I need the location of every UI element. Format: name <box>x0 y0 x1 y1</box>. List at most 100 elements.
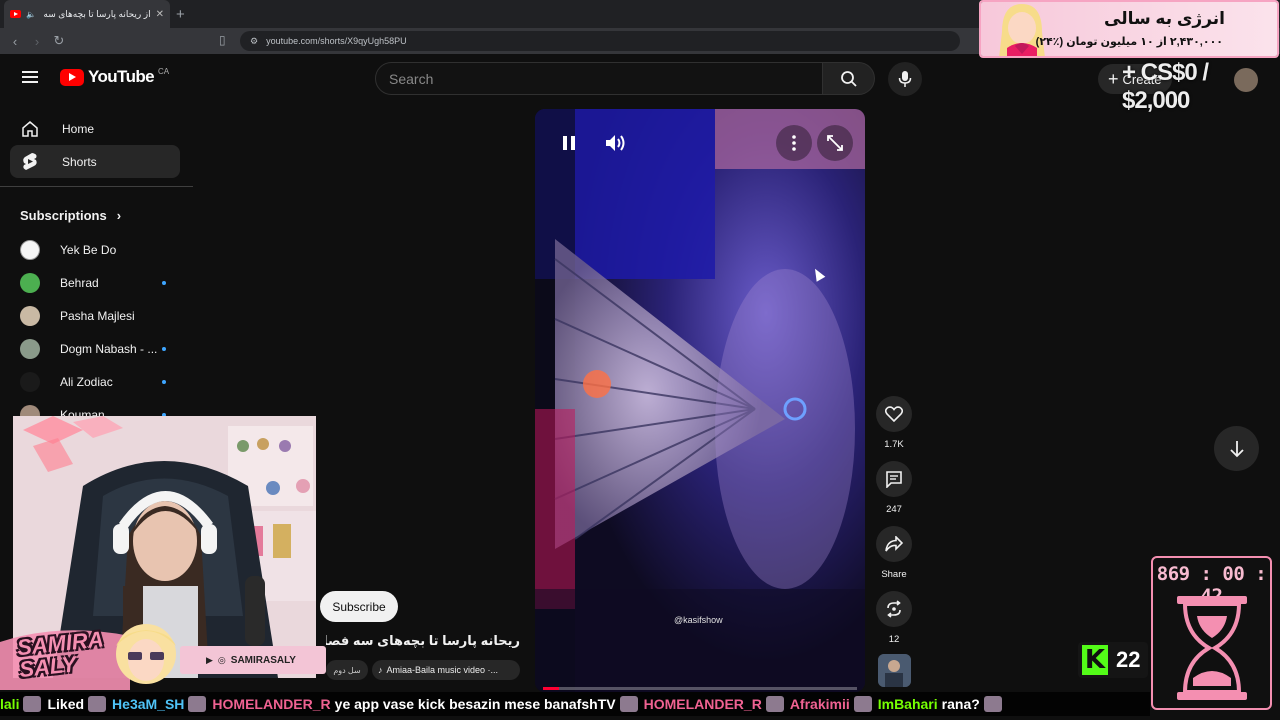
chat-username: Afrakimii <box>789 696 850 712</box>
youtube-icon: ▶ <box>206 654 213 665</box>
search-input[interactable]: Search <box>375 62 823 95</box>
chat-text: ye app vase kick besazin mese banafshTV <box>334 696 616 712</box>
more-vertical-icon <box>792 135 796 151</box>
subscription-item[interactable]: Pasha Majlesi <box>20 305 170 327</box>
sidebar-divider <box>0 186 193 187</box>
search-button[interactable] <box>823 62 875 95</box>
subscription-item[interactable]: Ali Zodiac <box>20 371 170 393</box>
chat-text: rana? <box>941 696 980 712</box>
arrow-down-icon <box>1229 440 1244 457</box>
youtube-play-icon <box>60 68 84 86</box>
shorts-player[interactable]: @kasifshow <box>535 109 865 692</box>
plus-icon: + <box>1108 68 1119 89</box>
channel-avatar <box>20 372 40 392</box>
streamer-avatar-icon <box>999 4 1045 56</box>
short-title[interactable]: ریحانه پارسا تا بچه‌های سه فصل ... <box>326 633 520 649</box>
address-bar[interactable]: ⚙ youtube.com/shorts/X9qyUgh58PU <box>240 31 960 51</box>
chat-badge-icon <box>983 696 1002 712</box>
share-button[interactable] <box>876 526 912 562</box>
like-button[interactable] <box>876 396 912 432</box>
chat-message: HOMELANDER_R ye app vase kick besazin mes… <box>212 696 638 712</box>
subscription-item[interactable]: Yek Be Do <box>20 239 170 261</box>
heart-icon <box>885 406 903 422</box>
remix-action[interactable]: 12 <box>876 591 912 645</box>
video-frame <box>535 109 865 692</box>
new-content-dot <box>162 347 166 351</box>
close-tab-icon[interactable]: ✕ <box>156 9 164 20</box>
site-info-icon[interactable]: ⚙ <box>250 36 258 47</box>
video-progress-bar[interactable] <box>543 687 857 690</box>
country-code: CA <box>158 66 170 76</box>
audio-playing-icon[interactable]: 🔈 <box>26 10 36 19</box>
channel-avatar <box>20 273 40 293</box>
subathon-timer: 869 : 00 : 42 <box>1151 556 1272 710</box>
comment-icon <box>886 471 902 488</box>
youtube-logo[interactable]: YouTube CA <box>60 67 169 87</box>
comment-button[interactable] <box>876 461 912 497</box>
voice-search-button[interactable] <box>888 62 922 96</box>
chat-badge-icon <box>765 696 784 712</box>
reload-icon[interactable]: ↻ <box>52 33 66 49</box>
donation-goal-banner: انرژی به سالی ۲,۴۳۰,۰۰۰ از ۱۰ میلیون توم… <box>979 0 1279 58</box>
chat-message: lali <box>0 696 42 712</box>
donation-progress-text: ۲,۴۳۰,۰۰۰ از ۱۰ میلیون تومان (٪۲۴) <box>1035 36 1223 48</box>
chat-badge-icon <box>619 696 638 712</box>
search-icon <box>840 70 857 87</box>
new-content-dot <box>162 281 166 285</box>
channel-name: Yek Be Do <box>60 243 117 257</box>
comment-count: 247 <box>886 504 902 515</box>
comment-action[interactable]: 247 <box>876 461 912 515</box>
account-avatar[interactable] <box>1234 68 1258 92</box>
volume-button[interactable] <box>604 131 628 155</box>
channel-name: Behrad <box>60 276 99 290</box>
browser-tab[interactable]: 🔈 از ریحانه پارسا تا بچه‌های سه ف... ✕ <box>4 0 170 28</box>
chat-username: HOMELANDER_R <box>212 696 331 712</box>
sound-thumbnail[interactable] <box>878 654 911 687</box>
expand-icon <box>827 135 843 151</box>
share-icon <box>885 536 903 552</box>
next-short-button[interactable] <box>1214 426 1259 471</box>
new-tab-button[interactable]: + <box>176 6 185 23</box>
sidebar-item-shorts[interactable]: Shorts <box>10 145 180 178</box>
pause-button[interactable] <box>559 133 579 153</box>
instagram-icon: ◎ <box>217 654 226 665</box>
menu-icon[interactable] <box>22 71 38 83</box>
fullscreen-button[interactable] <box>817 125 853 161</box>
remix-icon <box>887 600 901 618</box>
sidebar-item-label: Home <box>62 121 95 136</box>
url-text: youtube.com/shorts/X9qyUgh58PU <box>266 36 407 46</box>
chat-badge-icon <box>88 696 107 712</box>
subscription-item[interactable]: Dogm Nabash - ... <box>20 338 170 360</box>
channel-avatar <box>20 339 40 359</box>
more-options-button[interactable] <box>776 125 812 161</box>
music-chip[interactable]: ♪ Amiaa-Baila music video ·... <box>372 660 520 680</box>
like-action[interactable]: 1.7K <box>876 396 912 450</box>
bookmark-icon[interactable]: ▯ <box>219 33 226 47</box>
kick-logo-icon: K <box>1082 645 1108 675</box>
forward-icon[interactable]: › <box>30 34 44 49</box>
chat-message: HOMELANDER_R <box>644 696 784 712</box>
chat-message: ImBahari rana? <box>878 696 1002 712</box>
series-chip[interactable]: سل دوم <box>326 660 368 680</box>
home-icon <box>20 119 40 139</box>
volume-icon <box>606 135 625 151</box>
subscribe-button[interactable]: Subscribe <box>320 591 398 622</box>
chat-username: He3aM_SH <box>112 696 185 712</box>
chat-message: He3aM_SH <box>112 696 207 712</box>
youtube-favicon-icon <box>10 10 21 18</box>
subscriptions-heading[interactable]: Subscriptions › <box>20 208 121 223</box>
chat-badge-icon <box>853 696 872 712</box>
share-action[interactable]: Share <box>876 526 912 580</box>
remix-button[interactable] <box>876 591 912 627</box>
kick-viewer-count: K 22 <box>1078 642 1148 678</box>
chat-message: Liked <box>47 696 107 712</box>
shorts-icon <box>20 152 40 172</box>
chat-username: lali <box>0 696 20 712</box>
subscription-item[interactable]: Behrad <box>20 272 170 294</box>
chevron-right-icon: › <box>116 208 122 223</box>
like-count: 1.7K <box>884 439 904 450</box>
tab-title: از ریحانه پارسا تا بچه‌های سه ف... <box>41 8 151 19</box>
back-icon[interactable]: ‹ <box>8 34 22 49</box>
sidebar-item-home[interactable]: Home <box>10 112 180 145</box>
channel-name: Ali Zodiac <box>60 375 113 389</box>
